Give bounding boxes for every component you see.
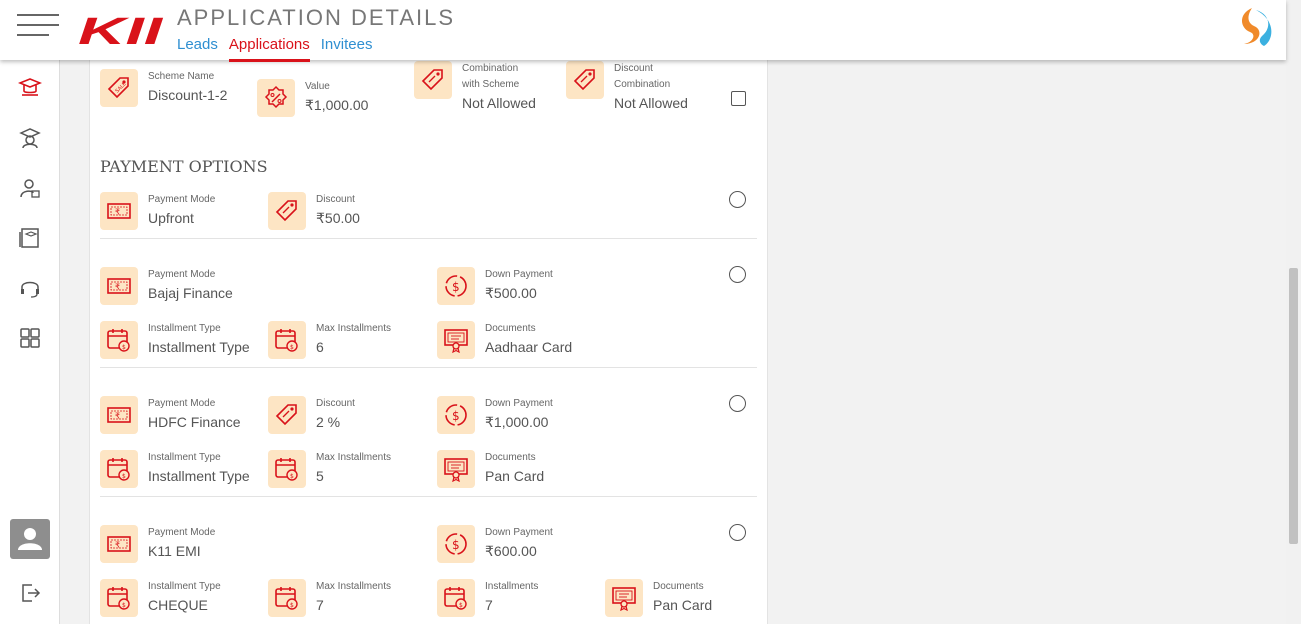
payment-mode-field: Payment Mode HDFC Finance [100,396,241,434]
scrollbar[interactable] [1286,0,1301,624]
down-payment-field: Down Payment ₹600.00 [437,525,553,563]
divider [100,367,757,368]
calendar-money-icon [106,456,132,482]
max-installments-field: Max Installments 5 [268,450,391,488]
kii-logo: KII [78,11,164,50]
tab-invitees[interactable]: Invitees [321,36,373,62]
certificate-icon [443,327,469,353]
tab-leads[interactable]: Leads [177,36,218,62]
menu-icon[interactable] [17,14,59,38]
option-radio-upfront[interactable] [729,191,746,208]
installment-type-field: Installment Type Installment Type [100,450,250,488]
student-icon[interactable] [18,126,42,150]
cash-icon [106,273,132,299]
user-avatar-icon [18,528,42,550]
down-payment-field: Down Payment ₹1,000.00 [437,396,553,434]
documents-field: Documents Pan Card [437,450,544,488]
documents-field: Documents Aadhaar Card [437,321,572,359]
max-installments-field: Max Installments 7 [268,579,391,617]
certificate-icon [611,585,637,611]
user-profile-icon[interactable] [18,176,42,200]
courses-icon[interactable] [18,226,42,250]
dollar-circle-icon [443,531,469,557]
tag-icon [274,402,300,428]
documents-field: Documents Pan Card [605,579,712,617]
cash-icon [106,402,132,428]
option-radio-hdfc-finance[interactable] [729,395,746,412]
max-installments-field: Max Installments 6 [268,321,391,359]
divider [100,238,757,239]
dollar-circle-icon [443,402,469,428]
divider [100,496,757,497]
discount-field: Discount ₹50.00 [268,192,360,230]
discount-field: Discount 2 % [268,396,355,434]
discount-combination-field: Discount Combination Not Allowed [566,61,689,114]
graduation-cap-icon[interactable] [18,76,42,100]
calendar-money-icon [274,327,300,353]
option-radio-k11-emi[interactable] [729,524,746,541]
scheme-value-field: Value ₹1,000.00 [257,79,368,117]
app-header: KII APPLICATION DETAILS Leads Applicatio… [0,0,1286,62]
brand-logo-icon [1242,8,1272,46]
scheme-name-field: Scheme Name Discount-1-2 [100,69,228,107]
application-panel: Scheme Name Discount-1-2 Value ₹1,000.00 C… [89,60,768,624]
option-radio-bajaj-finance[interactable] [729,266,746,283]
logout-icon[interactable] [18,581,42,605]
scheme-checkbox[interactable] [731,91,746,106]
calendar-money-icon [274,585,300,611]
calendar-money-icon [274,456,300,482]
calendar-money-icon [443,585,469,611]
payment-mode-field: Payment Mode Upfront [100,192,215,230]
installment-type-field: Installment Type CHEQUE [100,579,221,617]
sidebar [0,60,60,624]
sale-tag-icon [106,75,132,101]
combination-with-scheme-field: Combination with Scheme Not Allowed [414,61,537,114]
installment-type-field: Installment Type Installment Type [100,321,250,359]
avatar[interactable] [10,519,50,559]
installments-field: Installments 7 [437,579,538,617]
dollar-circle-icon [443,273,469,299]
tag-icon [572,67,598,93]
svg-text:KII: KII [78,11,164,50]
tab-applications[interactable]: Applications [228,36,310,62]
header-tabs: Leads Applications Invitees [177,36,383,62]
cash-icon [106,531,132,557]
tag-icon [274,198,300,224]
percent-badge-icon [263,85,289,111]
cash-icon [106,198,132,224]
calendar-money-icon [106,327,132,353]
page-title: APPLICATION DETAILS [177,5,456,30]
scrollbar-thumb[interactable] [1289,268,1298,544]
payment-mode-field: Payment Mode Bajaj Finance [100,267,233,305]
dashboard-icon[interactable] [18,326,42,350]
certificate-icon [443,456,469,482]
calendar-money-icon [106,585,132,611]
headset-icon[interactable] [18,276,42,300]
down-payment-field: Down Payment ₹500.00 [437,267,553,305]
payment-mode-field: Payment Mode K11 EMI [100,525,215,563]
payment-options-title: PAYMENT OPTIONS [100,157,268,176]
tag-icon [420,67,446,93]
